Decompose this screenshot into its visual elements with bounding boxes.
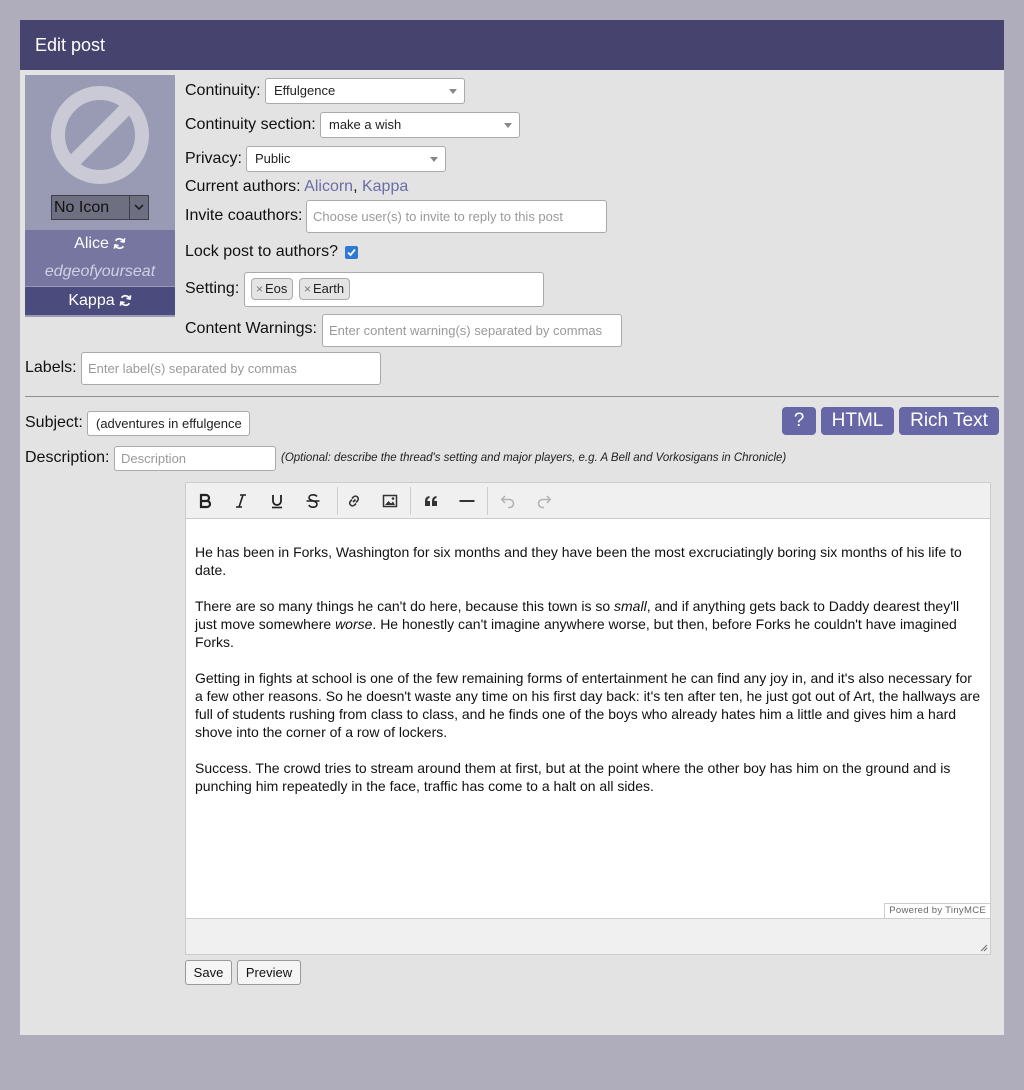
description-input[interactable]: Description xyxy=(114,446,276,471)
html-mode-button[interactable]: HTML xyxy=(821,407,894,435)
character-screenname: edgeofyourseat xyxy=(25,258,175,286)
editor-toolbar xyxy=(186,483,990,519)
subject-label: Subject: xyxy=(25,414,83,431)
privacy-value: Public xyxy=(255,151,291,166)
character-name-label: Alice xyxy=(74,235,109,252)
link-icon[interactable] xyxy=(342,489,366,513)
coauthors-input[interactable]: Choose user(s) to invite to reply to thi… xyxy=(306,200,607,233)
labels-placeholder: Enter label(s) separated by commas xyxy=(88,361,297,376)
description-placeholder: Description xyxy=(121,451,187,466)
description-label: Description: xyxy=(25,449,110,466)
italic-text: small xyxy=(614,598,647,614)
privacy-label: Privacy: xyxy=(185,150,242,167)
editor-content[interactable]: He has been in Forks, Washington for six… xyxy=(195,543,983,813)
subject-value: (adventures in effulgence xyxy=(96,416,242,431)
authors-label: Current authors: xyxy=(185,178,301,195)
redo-icon[interactable] xyxy=(532,489,556,513)
strikethrough-icon[interactable] xyxy=(301,489,325,513)
other-character-label: Kappa xyxy=(68,292,115,309)
character-selector: No Icon Alice edgeofyourseat Kappa xyxy=(25,75,175,317)
warnings-label: Content Warnings: xyxy=(185,320,317,337)
editor-paragraph: He has been in Forks, Washington for six… xyxy=(195,543,983,579)
editor-paragraph: There are so many things he can't do her… xyxy=(195,597,983,651)
other-character[interactable]: Kappa xyxy=(25,287,175,315)
setting-input[interactable]: × Eos × Earth xyxy=(244,272,544,307)
undo-icon[interactable] xyxy=(496,489,520,513)
subject-input[interactable]: (adventures in effulgence xyxy=(87,411,250,436)
swap-icon[interactable] xyxy=(113,237,126,250)
current-authors: Current authors: Alicorn, Kappa xyxy=(185,178,408,196)
caret-down-icon xyxy=(430,157,438,162)
rich-text-editor: He has been in Forks, Washington for six… xyxy=(185,482,991,955)
remove-tag-icon[interactable]: × xyxy=(304,282,311,296)
section-select[interactable]: make a wish xyxy=(320,112,520,138)
lock-checkbox[interactable] xyxy=(345,246,358,259)
preview-button[interactable]: Preview xyxy=(237,960,301,985)
powered-by-label: Powered by TinyMCE xyxy=(884,903,990,918)
continuity-select[interactable]: Effulgence xyxy=(265,78,465,104)
warnings-placeholder: Enter content warning(s) separated by co… xyxy=(329,323,603,338)
editor-statusbar xyxy=(186,918,990,954)
setting-tag-label: Earth xyxy=(313,281,345,296)
section-value: make a wish xyxy=(329,117,402,132)
setting-tag: × Eos xyxy=(251,278,294,300)
chevron-down-icon xyxy=(129,196,148,219)
labels-input[interactable]: Enter label(s) separated by commas xyxy=(81,352,381,385)
help-button[interactable]: ? xyxy=(782,407,816,435)
privacy-select[interactable]: Public xyxy=(246,146,446,172)
bold-icon[interactable] xyxy=(193,489,217,513)
author-link-alicorn[interactable]: Alicorn xyxy=(304,178,353,195)
character-name[interactable]: Alice xyxy=(25,230,175,258)
remove-tag-icon[interactable]: × xyxy=(256,282,263,296)
horizontal-rule-icon[interactable] xyxy=(455,489,479,513)
icon-select[interactable]: No Icon xyxy=(51,195,149,220)
author-link-kappa[interactable]: Kappa xyxy=(362,178,408,195)
section-label: Continuity section: xyxy=(185,116,316,133)
toolbar-separator xyxy=(337,487,338,515)
caret-down-icon xyxy=(449,89,457,94)
swap-icon[interactable] xyxy=(119,294,132,307)
icon-select-value: No Icon xyxy=(54,199,110,216)
checkmark-icon xyxy=(347,248,356,257)
paragraph-text: Getting in fights at school is one of th… xyxy=(195,670,981,740)
continuity-value: Effulgence xyxy=(274,83,336,98)
toolbar-separator xyxy=(487,487,488,515)
underline-icon[interactable] xyxy=(265,489,289,513)
resize-handle-icon[interactable] xyxy=(979,943,988,952)
caret-down-icon xyxy=(504,123,512,128)
no-icon-icon[interactable] xyxy=(50,85,150,185)
setting-tag-label: Eos xyxy=(265,281,288,296)
setting-label: Setting: xyxy=(185,280,240,297)
toolbar-separator xyxy=(410,487,411,515)
italic-text: worse xyxy=(335,616,373,632)
page-title: Edit post xyxy=(20,20,1004,70)
editor-paragraph: Success. The crowd tries to stream aroun… xyxy=(195,759,983,795)
paragraph-text: Success. The crowd tries to stream aroun… xyxy=(195,760,951,794)
paragraph-text: He has been in Forks, Washington for six… xyxy=(195,544,962,578)
continuity-label: Continuity: xyxy=(185,82,261,99)
rich-text-mode-button[interactable]: Rich Text xyxy=(899,407,999,435)
coauthors-label: Invite coauthors: xyxy=(185,207,303,224)
setting-tag: × Earth xyxy=(299,278,351,300)
authors-separator: , xyxy=(353,178,358,195)
editor-paragraph: Getting in fights at school is one of th… xyxy=(195,669,983,741)
section-divider xyxy=(25,396,999,397)
save-button[interactable]: Save xyxy=(185,960,232,985)
lock-label: Lock post to authors? xyxy=(185,243,338,260)
italic-icon[interactable] xyxy=(229,489,253,513)
description-hint: (Optional: describe the thread's setting… xyxy=(281,452,787,464)
image-icon[interactable] xyxy=(378,489,402,513)
edit-post-panel: Edit post No Icon Alice edgeofyourseat K… xyxy=(20,20,1004,1035)
blockquote-icon[interactable] xyxy=(419,489,443,513)
paragraph-text: There are so many things he can't do her… xyxy=(195,598,615,614)
coauthors-placeholder: Choose user(s) to invite to reply to thi… xyxy=(313,209,564,224)
labels-label: Labels: xyxy=(25,359,77,376)
warnings-input[interactable]: Enter content warning(s) separated by co… xyxy=(322,314,622,347)
